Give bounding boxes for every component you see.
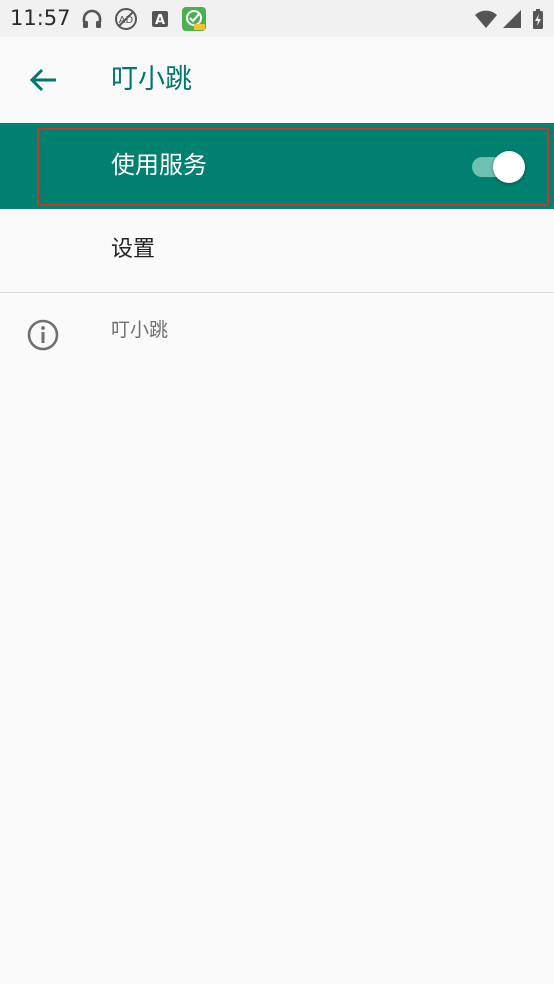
wifi-icon <box>474 7 498 31</box>
status-bar: 11:57 AD A <box>0 0 554 37</box>
no-ads-icon: AD <box>114 7 138 31</box>
font-a-icon: A <box>148 7 172 31</box>
svg-text:A: A <box>155 13 165 28</box>
use-service-switch-row[interactable]: 使用服务 <box>0 123 554 209</box>
info-icon <box>26 318 60 352</box>
headphones-icon <box>80 7 104 31</box>
status-time: 11:57 <box>10 6 71 30</box>
use-service-toggle[interactable] <box>470 150 526 183</box>
app-bar: 叮小跳 <box>0 37 554 123</box>
signal-icon <box>500 7 524 31</box>
use-service-label: 使用服务 <box>111 151 207 179</box>
arrow-back-icon <box>22 58 66 102</box>
battery-charging-icon <box>526 7 550 31</box>
app-notification-icon <box>181 6 207 32</box>
about-text: 叮小跳 <box>111 319 169 341</box>
settings-item[interactable]: 设置 <box>0 209 554 292</box>
back-button[interactable] <box>22 58 66 102</box>
settings-label: 设置 <box>111 237 156 262</box>
page-title: 叮小跳 <box>111 64 192 95</box>
toggle-thumb <box>493 151 525 183</box>
about-row: 叮小跳 <box>0 293 554 373</box>
